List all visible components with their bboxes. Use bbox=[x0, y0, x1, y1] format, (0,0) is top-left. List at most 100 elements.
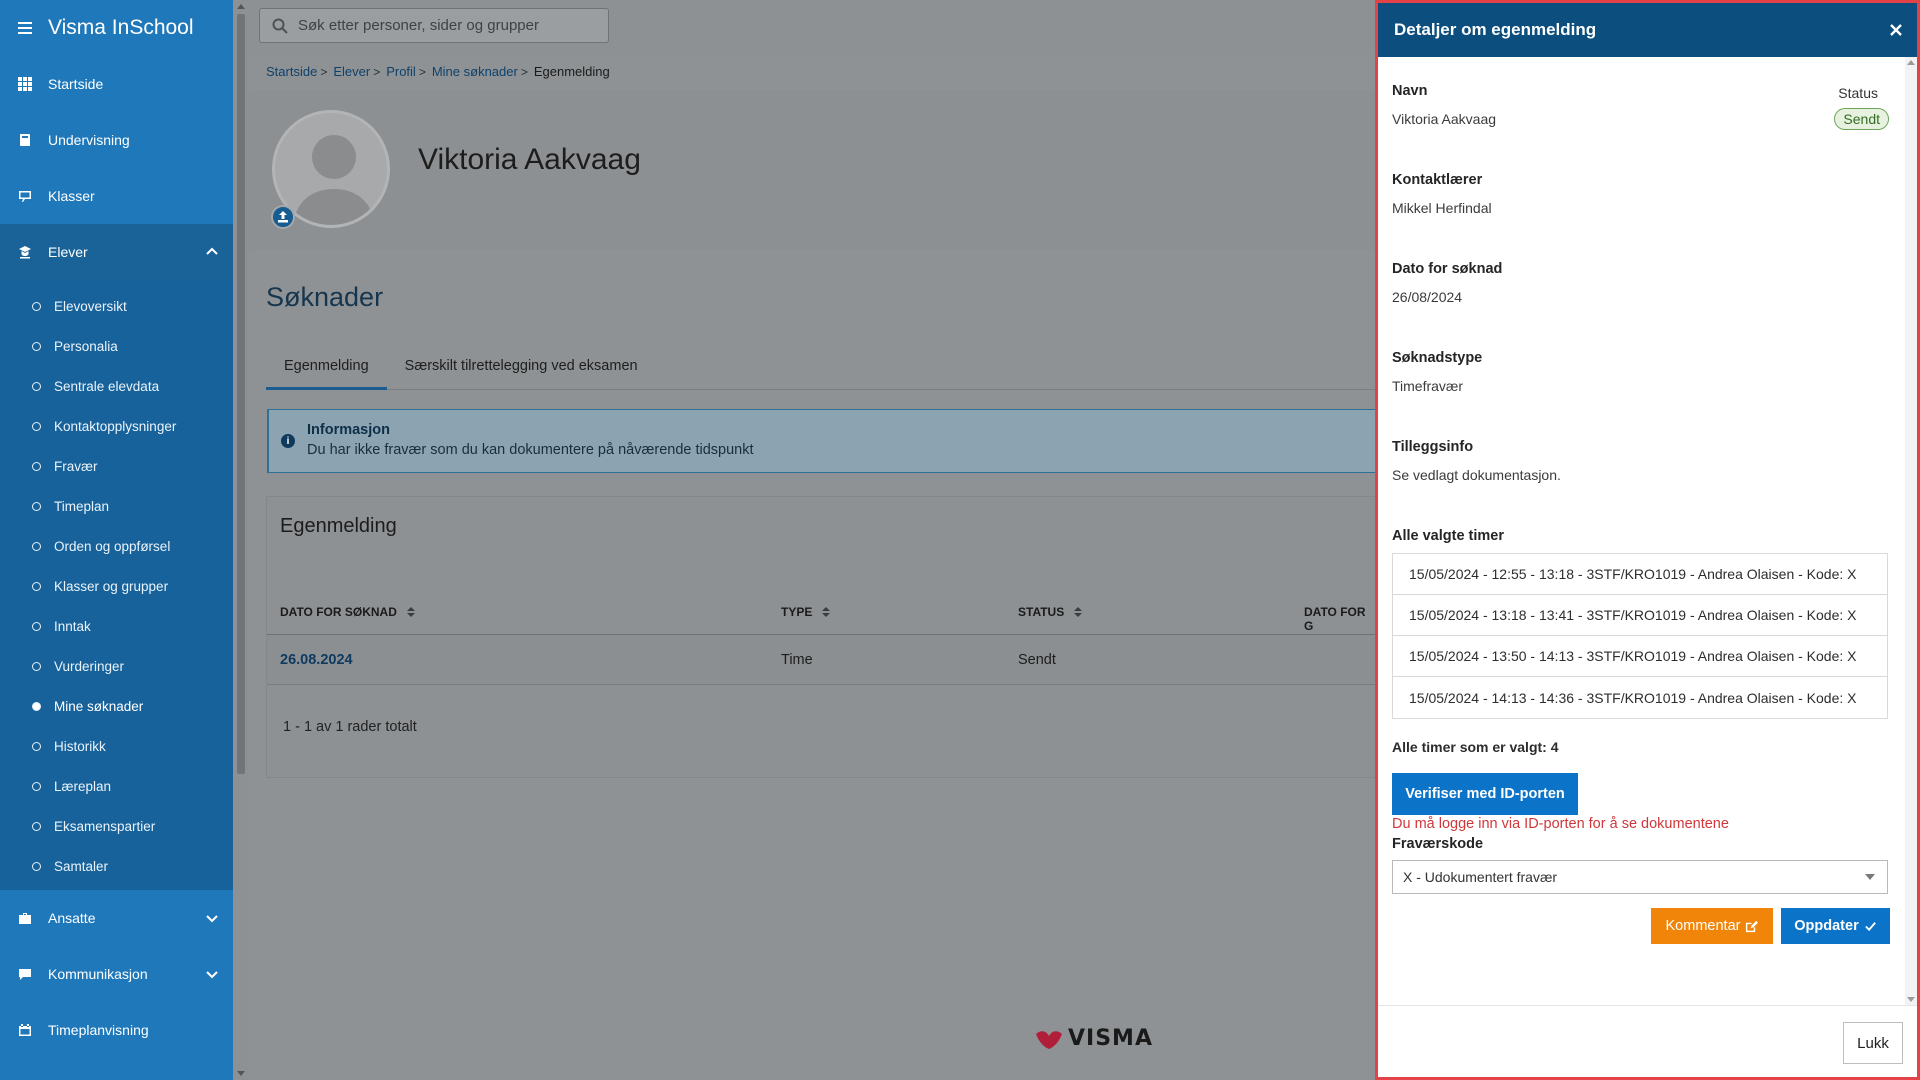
sidebar-subitem-label: Elevoversikt bbox=[54, 298, 127, 314]
timer-count: Alle timer som er valgt: 4 bbox=[1392, 739, 1559, 755]
field-tilleggsinfo: Tilleggsinfo Se vedlagt dokumentasjon. bbox=[1392, 439, 1561, 483]
sidebar-subitem-label: Orden og oppførsel bbox=[54, 538, 171, 554]
kommentar-button[interactable]: Kommentar bbox=[1651, 908, 1773, 944]
scroll-up-arrow-icon[interactable] bbox=[237, 4, 245, 9]
sidebar-item-label: Startside bbox=[48, 76, 104, 92]
sidebar-subitem-timeplan[interactable]: Timeplan bbox=[0, 486, 233, 526]
fravaerskode-select[interactable]: X - Udokumentert fravær bbox=[1392, 860, 1888, 894]
breadcrumb-elever[interactable]: Elever bbox=[333, 64, 370, 79]
sidebar-subitem-fravær[interactable]: Fravær bbox=[0, 446, 233, 486]
fravaerskode-label: Fraværskode bbox=[1392, 836, 1484, 852]
book-icon bbox=[18, 133, 32, 147]
table-row[interactable]: 26.08.2024 Time Sendt bbox=[267, 635, 1375, 685]
sidebar-subitem-personalia[interactable]: Personalia bbox=[0, 326, 233, 366]
sidebar-subitem-elevoversikt[interactable]: Elevoversikt bbox=[0, 286, 233, 326]
sidebar-subitem-label: Inntak bbox=[54, 618, 91, 634]
tab-egenmelding[interactable]: Egenmelding bbox=[266, 350, 387, 390]
sidebar-subitem-kontaktopplysninger[interactable]: Kontaktopplysninger bbox=[0, 406, 233, 446]
sidebar-subitem-orden-og-oppførsel[interactable]: Orden og oppførsel bbox=[0, 526, 233, 566]
tabs: Egenmelding Særskilt tilrettelegging ved… bbox=[266, 350, 1376, 390]
circle-bullet-icon bbox=[32, 821, 41, 831]
sidebar-subitem-historikk[interactable]: Historikk bbox=[0, 726, 233, 766]
edit-icon bbox=[1746, 920, 1759, 932]
column-label: DATO FOR SØKNAD bbox=[280, 605, 397, 619]
sidebar-subitem-label: Fravær bbox=[54, 458, 98, 474]
sidebar-item-timeplanvisning[interactable]: Timeplanvisning bbox=[0, 1002, 233, 1058]
kontaktlaerer-label: Kontaktlærer bbox=[1392, 172, 1483, 188]
kontaktlaerer-value: Mikkel Herfindal bbox=[1392, 200, 1492, 216]
column-label: STATUS bbox=[1018, 605, 1065, 619]
breadcrumb-startside[interactable]: Startside bbox=[266, 64, 317, 79]
sidebar-item-kommunikasjon[interactable]: Kommunikasjon bbox=[0, 946, 233, 1002]
sidebar-subnav-elever: Elevoversikt Personalia Sentrale elevdata K… bbox=[0, 280, 233, 890]
sidebar-item-undervisning[interactable]: Undervisning bbox=[0, 112, 233, 168]
lukk-button[interactable]: Lukk bbox=[1843, 1022, 1903, 1064]
close-icon[interactable] bbox=[1889, 23, 1903, 37]
panel-scrollbar[interactable] bbox=[1905, 57, 1917, 1005]
info-icon: i bbox=[281, 434, 295, 448]
grid-icon bbox=[18, 77, 32, 91]
tab-sarskilt-tilrettelegging[interactable]: Særskilt tilrettelegging ved eksamen bbox=[387, 350, 656, 390]
sidebar-subitem-label: Klasser og grupper bbox=[54, 578, 169, 594]
sort-icon bbox=[1074, 607, 1083, 617]
breadcrumb-separator-icon: > bbox=[520, 64, 528, 79]
details-panel: Detaljer om egenmelding Navn Viktoria Aa… bbox=[1375, 0, 1920, 1080]
circle-bullet-icon bbox=[32, 541, 41, 551]
sidebar-subitem-mine-søknader[interactable]: Mine søknader bbox=[0, 686, 233, 726]
sidebar-brand: Visma InSchool bbox=[0, 0, 233, 56]
scroll-up-arrow-icon[interactable] bbox=[1907, 60, 1915, 65]
search-box[interactable] bbox=[259, 8, 609, 43]
hamburger-menu-icon[interactable] bbox=[18, 22, 32, 34]
breadcrumb-separator-icon: > bbox=[320, 64, 328, 79]
circle-bullet-icon bbox=[32, 341, 41, 351]
column-header-type[interactable]: TYPE bbox=[781, 605, 831, 619]
upload-photo-button[interactable] bbox=[271, 205, 295, 229]
app-title: Visma InSchool bbox=[48, 16, 194, 39]
column-header-status[interactable]: STATUS bbox=[1018, 605, 1083, 619]
verify-id-porten-button[interactable]: Verifiser med ID-porten bbox=[1392, 773, 1578, 815]
sidebar-subitem-sentrale-elevdata[interactable]: Sentrale elevdata bbox=[0, 366, 233, 406]
circle-bullet-icon bbox=[32, 581, 41, 591]
select-value: X - Udokumentert fravær bbox=[1403, 869, 1558, 885]
sidebar-subitem-klasser-og-grupper[interactable]: Klasser og grupper bbox=[0, 566, 233, 606]
sidebar-subitem-inntak[interactable]: Inntak bbox=[0, 606, 233, 646]
navn-value: Viktoria Aakvaag bbox=[1392, 111, 1497, 127]
breadcrumb-mine-soknader[interactable]: Mine søknader bbox=[432, 64, 518, 79]
row-date-link[interactable]: 26.08.2024 bbox=[280, 652, 353, 668]
visma-logo-mark-icon bbox=[1036, 1030, 1062, 1049]
sidebar-item-label: Ansatte bbox=[48, 910, 96, 926]
scroll-down-arrow-icon[interactable] bbox=[1907, 997, 1915, 1002]
scrollbar-thumb[interactable] bbox=[237, 14, 245, 774]
sidebar-item-label: Kommunikasjon bbox=[48, 966, 148, 982]
breadcrumb-profil[interactable]: Profil bbox=[386, 64, 416, 79]
rows-total: 1 - 1 av 1 rader totalt bbox=[283, 719, 417, 735]
oppdater-button[interactable]: Oppdater bbox=[1781, 908, 1890, 944]
panel-footer: Lukk bbox=[1378, 1005, 1917, 1077]
visma-logo-text: VISMA bbox=[1068, 1026, 1153, 1051]
sidebar-item-elever[interactable]: Elever bbox=[0, 224, 233, 280]
briefcase-icon bbox=[18, 911, 32, 925]
field-navn: Navn Viktoria Aakvaag bbox=[1392, 83, 1496, 127]
column-header-dato[interactable]: DATO FOR SØKNAD bbox=[280, 605, 415, 619]
sidebar-item-ansatte[interactable]: Ansatte bbox=[0, 890, 233, 946]
sidebar-subitem-label: Vurderinger bbox=[54, 658, 125, 674]
search-input[interactable] bbox=[298, 17, 588, 34]
list-item: 15/05/2024 - 12:55 - 13:18 - 3STF/KRO101… bbox=[1393, 554, 1887, 595]
circle-bullet-icon bbox=[32, 461, 41, 471]
scroll-down-arrow-icon[interactable] bbox=[237, 1071, 245, 1076]
sidebar-item-klasser[interactable]: Klasser bbox=[0, 168, 233, 224]
sidebar-subitem-samtaler[interactable]: Samtaler bbox=[0, 846, 233, 886]
breadcrumb-current: Egenmelding bbox=[533, 64, 610, 79]
search-icon bbox=[272, 18, 288, 34]
sidebar-subitem-label: Kontaktopplysninger bbox=[54, 418, 177, 434]
sidebar-subitem-vurderinger[interactable]: Vurderinger bbox=[0, 646, 233, 686]
presentation-icon bbox=[18, 189, 32, 203]
sidebar-item-startside[interactable]: Startside bbox=[0, 56, 233, 112]
field-dato: Dato for søknad 26/08/2024 bbox=[1392, 261, 1502, 305]
column-header-dato-for-g[interactable]: DATO FOR G bbox=[1304, 605, 1375, 633]
timer-list: 15/05/2024 - 12:55 - 13:18 - 3STF/KRO101… bbox=[1392, 553, 1888, 719]
sidebar-subitem-læreplan[interactable]: Læreplan bbox=[0, 766, 233, 806]
sidebar-scrollbar[interactable] bbox=[233, 0, 249, 1080]
sidebar-subitem-eksamenspartier[interactable]: Eksamenspartier bbox=[0, 806, 233, 846]
sidebar-item-avtaler[interactable]: Avtaler bbox=[0, 1058, 233, 1080]
